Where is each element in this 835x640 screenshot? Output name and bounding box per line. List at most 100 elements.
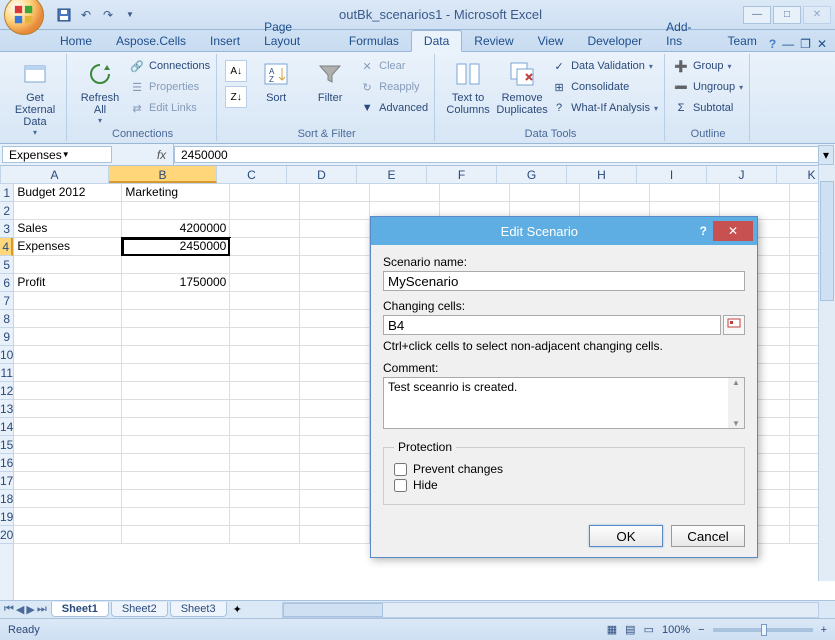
name-box[interactable]: Expenses▼: [2, 146, 112, 163]
cell-D10[interactable]: [300, 346, 370, 364]
cell-C19[interactable]: [230, 508, 300, 526]
filter-button[interactable]: Filter: [305, 56, 355, 104]
cell-B16[interactable]: [122, 454, 230, 472]
row-header-17[interactable]: 17: [0, 472, 13, 490]
row-header-2[interactable]: 2: [0, 202, 13, 220]
get-external-data-button[interactable]: Get External Data: [10, 56, 60, 137]
row-header-18[interactable]: 18: [0, 490, 13, 508]
cell-C15[interactable]: [230, 436, 300, 454]
col-header-F[interactable]: F: [427, 166, 497, 183]
ok-button[interactable]: OK: [589, 525, 663, 547]
cell-A12[interactable]: [14, 382, 122, 400]
row-header-15[interactable]: 15: [0, 436, 13, 454]
cell-C7[interactable]: [230, 292, 300, 310]
cell-D1[interactable]: [300, 184, 370, 202]
cell-C17[interactable]: [230, 472, 300, 490]
cell-C18[interactable]: [230, 490, 300, 508]
cell-D19[interactable]: [300, 508, 370, 526]
tab-view[interactable]: View: [526, 31, 576, 51]
cell-H1[interactable]: [580, 184, 650, 202]
sort-asc-button[interactable]: A↓: [225, 60, 247, 82]
edit-links-button[interactable]: ⇄Edit Links: [129, 98, 210, 118]
remove-duplicates-button[interactable]: Remove Duplicates: [497, 56, 547, 116]
row-header-13[interactable]: 13: [0, 400, 13, 418]
subtotal-button[interactable]: ΣSubtotal: [673, 98, 743, 118]
help-icon[interactable]: ?: [769, 37, 776, 51]
cell-C14[interactable]: [230, 418, 300, 436]
cell-A17[interactable]: [14, 472, 122, 490]
namebox-dropdown-icon[interactable]: ▼: [62, 150, 105, 159]
text-to-columns-button[interactable]: Text to Columns: [443, 56, 493, 116]
sheet-tab-3[interactable]: Sheet3: [170, 602, 227, 617]
horizontal-scrollbar[interactable]: [282, 602, 819, 618]
cell-A13[interactable]: [14, 400, 122, 418]
dialog-close-button[interactable]: ✕: [713, 221, 753, 241]
col-header-J[interactable]: J: [707, 166, 777, 183]
tab-pagelayout[interactable]: Page Layout: [252, 17, 337, 51]
vertical-scrollbar[interactable]: [818, 165, 835, 581]
dialog-titlebar[interactable]: Edit Scenario ? ✕: [371, 217, 757, 245]
prevent-changes-checkbox[interactable]: [394, 463, 407, 476]
undo-icon[interactable]: ↶: [78, 7, 94, 23]
zoom-slider[interactable]: [713, 628, 813, 632]
cell-C3[interactable]: [230, 220, 300, 238]
row-header-20[interactable]: 20: [0, 526, 13, 544]
cell-D11[interactable]: [300, 364, 370, 382]
cell-G1[interactable]: [510, 184, 580, 202]
cell-B15[interactable]: [122, 436, 230, 454]
cancel-button[interactable]: Cancel: [671, 525, 745, 547]
cell-D8[interactable]: [300, 310, 370, 328]
qat-dropdown-icon[interactable]: ▼: [122, 7, 138, 23]
cell-C9[interactable]: [230, 328, 300, 346]
cell-B4[interactable]: 2450000: [122, 238, 230, 256]
zoom-level[interactable]: 100%: [662, 624, 690, 636]
cell-D4[interactable]: [300, 238, 370, 256]
fx-icon[interactable]: fx: [150, 144, 174, 165]
col-header-B[interactable]: B: [109, 166, 217, 183]
view-break-icon[interactable]: ▭: [644, 623, 654, 636]
sheet-last-icon[interactable]: ⏭: [37, 603, 47, 616]
cell-D13[interactable]: [300, 400, 370, 418]
col-header-A[interactable]: A: [1, 166, 109, 183]
textarea-scrollbar[interactable]: ▲▼: [728, 378, 744, 428]
row-header-12[interactable]: 12: [0, 382, 13, 400]
cell-A5[interactable]: [14, 256, 122, 274]
cell-A9[interactable]: [14, 328, 122, 346]
hscroll-thumb[interactable]: [283, 603, 383, 617]
cell-B20[interactable]: [122, 526, 230, 544]
row-header-16[interactable]: 16: [0, 454, 13, 472]
cell-B9[interactable]: [122, 328, 230, 346]
cell-A6[interactable]: Profit: [14, 274, 122, 292]
cell-D15[interactable]: [300, 436, 370, 454]
col-header-C[interactable]: C: [217, 166, 287, 183]
formula-input[interactable]: 2450000: [174, 146, 819, 163]
formula-expand-icon[interactable]: ▾: [818, 145, 834, 165]
cell-C4[interactable]: [230, 238, 300, 256]
tab-review[interactable]: Review: [462, 31, 525, 51]
save-icon[interactable]: [56, 7, 72, 23]
sheet-prev-icon[interactable]: ◀: [16, 603, 24, 616]
cell-A10[interactable]: [14, 346, 122, 364]
col-header-D[interactable]: D: [287, 166, 357, 183]
cell-D17[interactable]: [300, 472, 370, 490]
sheet-tab-1[interactable]: Sheet1: [51, 602, 109, 617]
range-picker-button[interactable]: [723, 315, 745, 335]
sort-desc-button[interactable]: Z↓: [225, 86, 247, 108]
cell-B10[interactable]: [122, 346, 230, 364]
cell-D6[interactable]: [300, 274, 370, 292]
sheet-next-icon[interactable]: ▶: [26, 603, 34, 616]
cell-C5[interactable]: [230, 256, 300, 274]
cell-C6[interactable]: [230, 274, 300, 292]
zoom-handle[interactable]: [761, 624, 767, 636]
cell-B7[interactable]: [122, 292, 230, 310]
cell-B18[interactable]: [122, 490, 230, 508]
cell-B5[interactable]: [122, 256, 230, 274]
refresh-all-button[interactable]: Refresh All: [75, 56, 125, 125]
changing-cells-input[interactable]: [383, 315, 721, 335]
hide-checkbox[interactable]: [394, 479, 407, 492]
reapply-button[interactable]: ↻Reapply: [359, 77, 428, 97]
new-sheet-icon[interactable]: ✦: [233, 603, 242, 616]
cell-A4[interactable]: Expenses: [14, 238, 122, 256]
ungroup-button[interactable]: ➖Ungroup: [673, 77, 743, 97]
cell-B2[interactable]: [122, 202, 230, 220]
